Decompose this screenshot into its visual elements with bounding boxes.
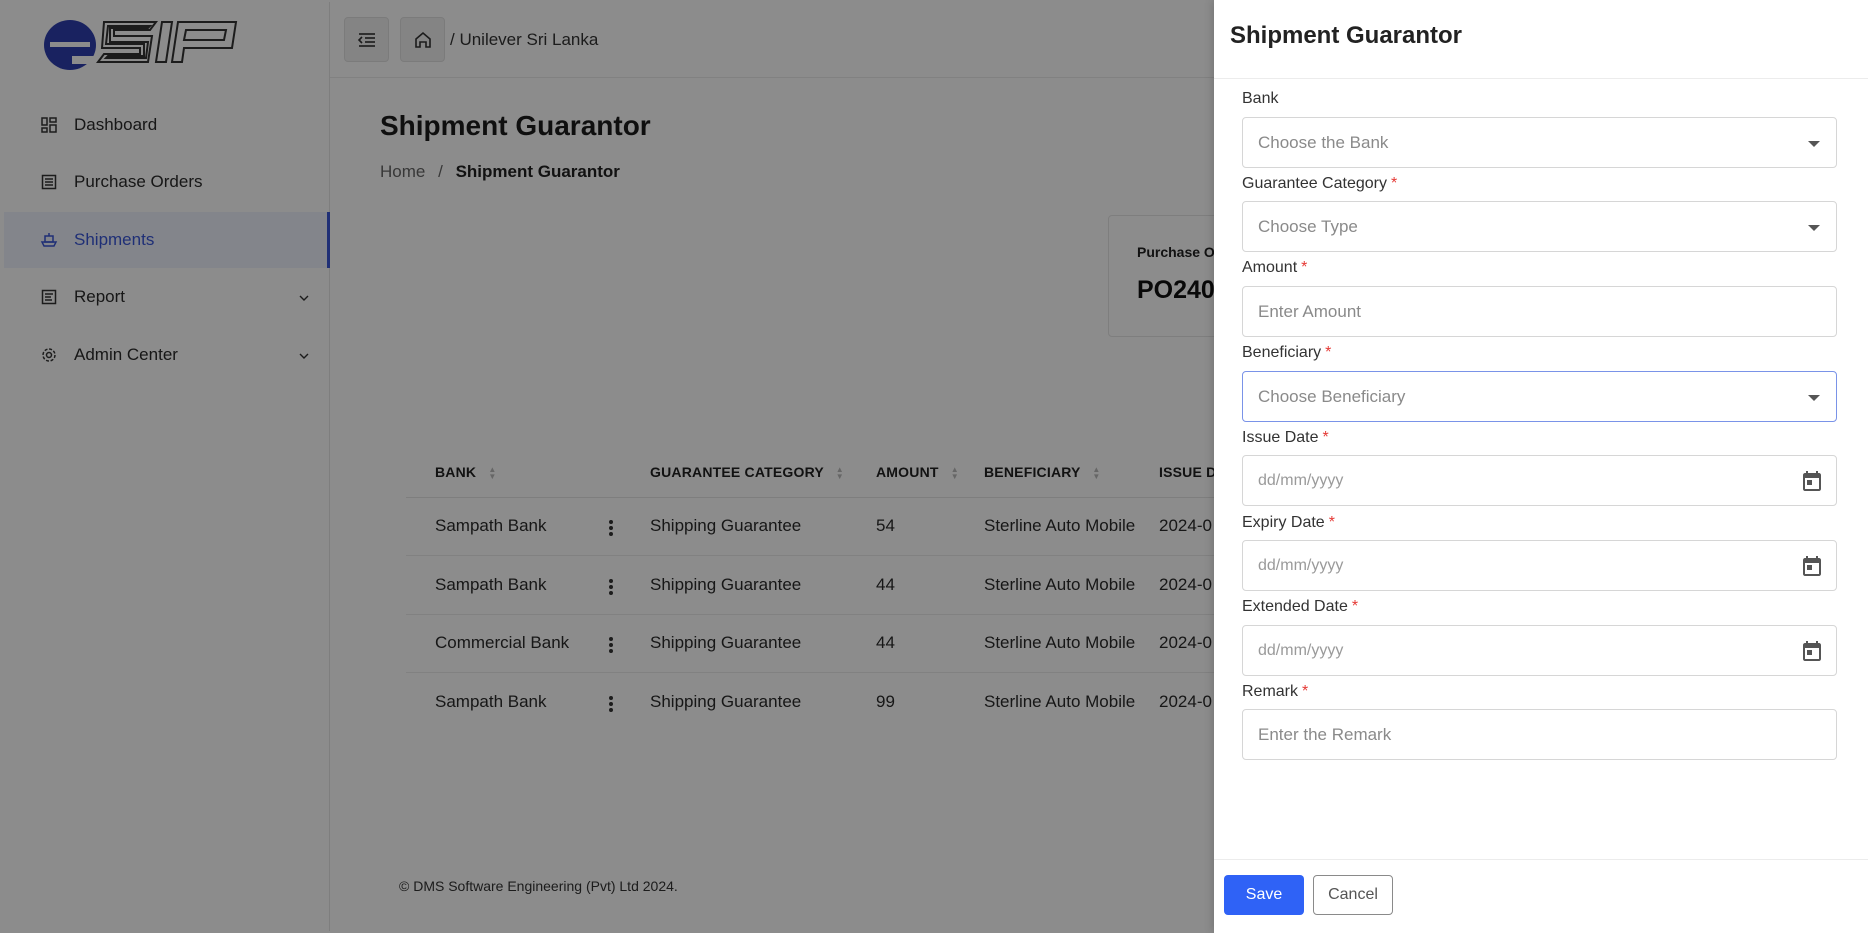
beneficiary-select[interactable]: Choose Beneficiary <box>1242 371 1837 422</box>
drawer-footer-divider <box>1214 859 1868 860</box>
expiry-date-placeholder: dd/mm/yyyy <box>1258 556 1344 574</box>
required-marker: * <box>1390 175 1398 192</box>
calendar-icon[interactable] <box>1800 469 1824 493</box>
amount-input[interactable]: Enter Amount <box>1242 286 1837 337</box>
amount-placeholder: Enter Amount <box>1258 301 1362 321</box>
issue-date-input[interactable]: dd/mm/yyyy <box>1242 455 1837 506</box>
drawer-title: Shipment Guarantor <box>1230 22 1463 49</box>
category-placeholder: Choose Type <box>1258 216 1358 236</box>
field-label-text: Bank <box>1242 90 1279 107</box>
extended-date-input[interactable]: dd/mm/yyyy <box>1242 625 1837 676</box>
caret-down-icon <box>1808 141 1820 147</box>
required-marker: * <box>1325 344 1332 361</box>
guarantee-category-select[interactable]: Choose Type <box>1242 201 1837 252</box>
required-marker: * <box>1351 598 1359 615</box>
required-marker: * <box>1302 683 1309 700</box>
drawer-header-divider <box>1214 78 1868 79</box>
field-label-text: Guarantee Category <box>1242 175 1387 192</box>
bank-placeholder: Choose the Bank <box>1258 132 1389 152</box>
calendar-icon[interactable] <box>1800 639 1824 663</box>
extended-date-label: Extended Date * <box>1242 598 1358 616</box>
field-label-text: Extended Date <box>1242 598 1348 615</box>
issue-date-placeholder: dd/mm/yyyy <box>1258 471 1344 489</box>
remark-placeholder: Enter the Remark <box>1258 724 1392 744</box>
bank-label: Bank <box>1242 90 1278 108</box>
bank-select[interactable]: Choose the Bank <box>1242 117 1837 168</box>
remark-label: Remark * <box>1242 683 1308 701</box>
required-marker: * <box>1322 429 1329 446</box>
issue-date-label: Issue Date * <box>1242 429 1329 447</box>
guarantee-category-label: Guarantee Category * <box>1242 175 1397 193</box>
expiry-date-label: Expiry Date * <box>1242 514 1335 532</box>
field-label-text: Remark <box>1242 683 1299 700</box>
beneficiary-label: Beneficiary * <box>1242 344 1331 362</box>
required-marker: * <box>1301 259 1308 276</box>
field-label-text: Amount <box>1242 259 1298 276</box>
calendar-icon[interactable] <box>1800 554 1824 578</box>
field-label-text: Beneficiary <box>1242 344 1322 361</box>
shipment-guarantor-drawer: Shipment Guarantor Bank Choose the Bank … <box>1214 0 1868 933</box>
caret-down-icon <box>1808 225 1820 231</box>
amount-label: Amount * <box>1242 259 1307 277</box>
remark-input[interactable]: Enter the Remark <box>1242 709 1837 760</box>
extended-date-placeholder: dd/mm/yyyy <box>1258 641 1344 659</box>
beneficiary-placeholder: Choose Beneficiary <box>1258 386 1406 406</box>
field-label-text: Expiry Date <box>1242 514 1325 531</box>
save-button[interactable]: Save <box>1224 875 1304 915</box>
expiry-date-input[interactable]: dd/mm/yyyy <box>1242 540 1837 591</box>
required-marker: * <box>1328 514 1335 531</box>
caret-down-icon <box>1808 395 1820 401</box>
field-label-text: Issue Date <box>1242 429 1319 446</box>
cancel-button[interactable]: Cancel <box>1313 875 1393 915</box>
